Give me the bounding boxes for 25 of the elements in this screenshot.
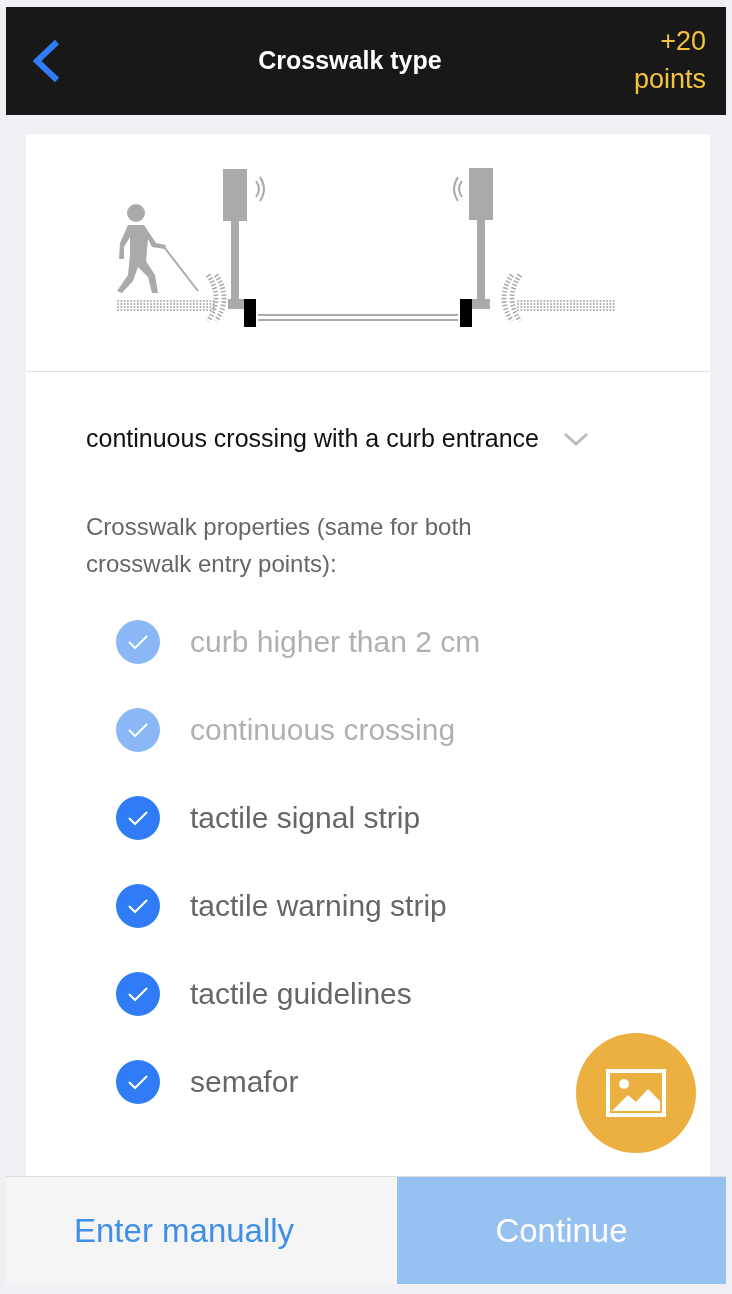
checkbox[interactable]: [116, 795, 160, 840]
dropdown-value: continuous crossing with a curb entrance: [86, 423, 540, 454]
checkbox[interactable]: [116, 883, 160, 928]
property-label: tactile warning strip: [190, 888, 447, 925]
crosswalk-type-dropdown[interactable]: continuous crossing with a curb entrance: [26, 372, 710, 458]
property-label: semafor: [190, 1064, 299, 1101]
property-label: tactile signal strip: [190, 800, 421, 837]
properties-label: Crosswalk properties (same for both crosswalk entry points):: [85, 511, 473, 579]
chevron-down-icon: [563, 431, 590, 446]
checkmark-icon: [126, 984, 150, 1003]
property-label: continuous crossing: [190, 712, 456, 749]
checkmark-icon: [126, 808, 150, 827]
property-label: curb higher than 2 cm: [190, 624, 481, 661]
checkbox[interactable]: [116, 1059, 160, 1104]
checkmark-icon: [126, 720, 150, 739]
back-icon: [31, 38, 61, 84]
checkbox[interactable]: [116, 971, 160, 1016]
screen-title: Crosswalk type: [257, 45, 443, 77]
checkmark-icon: [126, 1072, 150, 1091]
property-label: tactile guidelines: [190, 976, 412, 1013]
enter-manually-button[interactable]: Enter manually: [6, 1177, 397, 1284]
points-label: +20 points: [633, 25, 706, 96]
image-icon: [606, 1069, 666, 1117]
checkmark-icon: [126, 632, 150, 651]
checkmark-icon: [126, 896, 150, 915]
